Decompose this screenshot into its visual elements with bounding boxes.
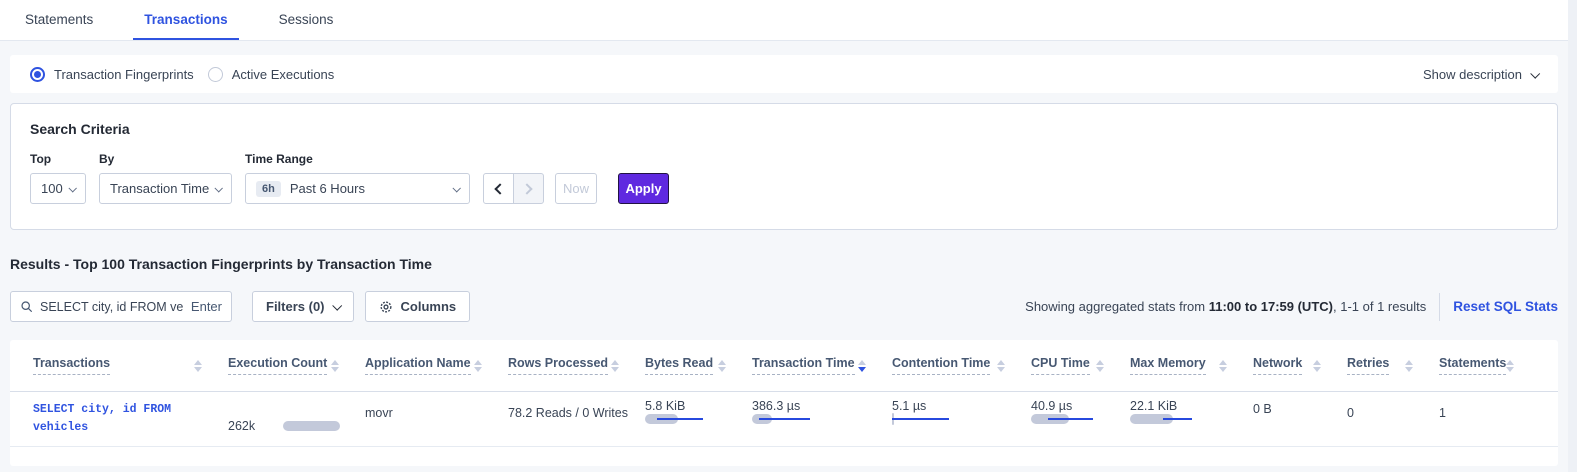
radio-transaction-fingerprints[interactable]: Transaction Fingerprints bbox=[30, 67, 194, 82]
top-field: Top 100 bbox=[30, 152, 86, 204]
tab-sessions[interactable]: Sessions bbox=[268, 0, 345, 40]
tab-statements[interactable]: Statements bbox=[14, 0, 104, 40]
by-field: By Transaction Time bbox=[99, 152, 232, 204]
columns-button[interactable]: Columns bbox=[365, 291, 471, 322]
column-header-application-name[interactable]: Application Name bbox=[365, 356, 508, 375]
column-header-bytes-read[interactable]: Bytes Read bbox=[645, 356, 752, 375]
results-toolbar: Enter Filters (0) Columns Showing aggreg… bbox=[10, 291, 1558, 322]
arrow-left-icon bbox=[494, 183, 505, 194]
column-header-statements[interactable]: Statements bbox=[1439, 356, 1535, 375]
column-header-transaction-time[interactable]: Transaction Time bbox=[752, 356, 892, 375]
sort-icon[interactable] bbox=[1506, 360, 1514, 372]
table-header-row: Transactions Execution Count Application… bbox=[10, 340, 1558, 392]
radio-label: Transaction Fingerprints bbox=[54, 67, 194, 82]
cpu-time-cell: 40.9 µs bbox=[1031, 392, 1130, 446]
sort-icon[interactable] bbox=[718, 360, 726, 372]
apply-button[interactable]: Apply bbox=[618, 173, 669, 204]
time-range-field: Time Range 6h Past 6 Hours bbox=[245, 152, 470, 204]
by-select[interactable]: Transaction Time bbox=[99, 173, 232, 204]
column-header-retries[interactable]: Retries bbox=[1347, 356, 1439, 375]
radio-active-executions[interactable]: Active Executions bbox=[208, 67, 335, 82]
column-header-cpu-time[interactable]: CPU Time bbox=[1031, 356, 1130, 375]
bytes-read-cell: 5.8 KiB bbox=[645, 392, 752, 446]
sort-icon[interactable] bbox=[474, 360, 482, 372]
sort-icon[interactable] bbox=[1313, 360, 1321, 372]
sort-icon[interactable] bbox=[1096, 360, 1104, 372]
transaction-time-cell: 386.3 µs bbox=[752, 392, 892, 446]
time-range-label: Time Range bbox=[245, 152, 470, 166]
sort-icon[interactable] bbox=[611, 360, 619, 372]
show-description-toggle[interactable]: Show description bbox=[1423, 67, 1538, 82]
retries-cell: 0 bbox=[1347, 392, 1439, 446]
reset-sql-stats-link[interactable]: Reset SQL Stats bbox=[1453, 299, 1558, 314]
column-header-max-memory[interactable]: Max Memory bbox=[1130, 356, 1253, 375]
chevron-down-icon bbox=[68, 184, 76, 192]
radio-unselected-icon bbox=[208, 67, 223, 82]
divider bbox=[1439, 293, 1440, 321]
top-select[interactable]: 100 bbox=[30, 173, 86, 204]
arrow-right-icon bbox=[521, 183, 532, 194]
transaction-fingerprint-link[interactable]: SELECT city, id FROM vehicles bbox=[33, 392, 228, 446]
filters-button[interactable]: Filters (0) bbox=[252, 291, 354, 322]
search-criteria-title: Search Criteria bbox=[30, 121, 1538, 137]
time-range-select[interactable]: 6h Past 6 Hours bbox=[245, 173, 470, 204]
page-tabs: Statements Transactions Sessions bbox=[0, 0, 1568, 41]
execution-count-bar bbox=[283, 421, 340, 431]
chevron-down-icon bbox=[332, 301, 342, 311]
radio-selected-icon bbox=[30, 67, 45, 82]
execution-count-cell: 262k bbox=[228, 392, 365, 446]
time-prev-button[interactable] bbox=[483, 173, 514, 204]
search-icon bbox=[20, 300, 33, 313]
results-table: Transactions Execution Count Application… bbox=[10, 340, 1558, 466]
columns-label: Columns bbox=[401, 299, 457, 314]
search-criteria-card: Search Criteria Top 100 By Transaction T… bbox=[10, 103, 1558, 230]
contention-time-cell: 5.1 µs bbox=[892, 392, 1031, 446]
sort-icon[interactable] bbox=[1219, 360, 1227, 372]
view-toggle-bar: Transaction Fingerprints Active Executio… bbox=[10, 55, 1558, 93]
chevron-down-icon bbox=[214, 184, 222, 192]
enter-hint[interactable]: Enter bbox=[191, 299, 222, 314]
radio-label: Active Executions bbox=[232, 67, 335, 82]
sort-icon[interactable] bbox=[997, 360, 1005, 372]
time-nav bbox=[483, 173, 544, 204]
column-header-transactions[interactable]: Transactions bbox=[33, 356, 228, 375]
time-range-badge: 6h bbox=[256, 181, 281, 197]
sort-icon[interactable] bbox=[331, 360, 339, 372]
statements-cell: 1 bbox=[1439, 392, 1535, 446]
top-label: Top bbox=[30, 152, 86, 166]
table-row: SELECT city, id FROM vehicles 262k movr … bbox=[10, 392, 1558, 447]
by-label: By bbox=[99, 152, 232, 166]
show-description-label: Show description bbox=[1423, 67, 1522, 82]
column-header-execution-count[interactable]: Execution Count bbox=[228, 356, 365, 375]
sort-icon[interactable] bbox=[1405, 360, 1413, 372]
search-input[interactable] bbox=[40, 300, 184, 314]
results-heading: Results - Top 100 Transaction Fingerprin… bbox=[10, 256, 432, 272]
time-range-value: Past 6 Hours bbox=[290, 181, 365, 196]
tab-transactions[interactable]: Transactions bbox=[133, 0, 238, 40]
sort-icon[interactable] bbox=[194, 360, 202, 372]
aggregated-stats-text: Showing aggregated stats from 11:00 to 1… bbox=[1025, 299, 1426, 314]
column-header-rows-processed[interactable]: Rows Processed bbox=[508, 356, 645, 375]
now-button[interactable]: Now bbox=[555, 173, 597, 204]
chevron-down-icon bbox=[1530, 68, 1540, 78]
rows-processed-cell: 78.2 Reads / 0 Writes bbox=[508, 392, 645, 446]
filters-label: Filters (0) bbox=[266, 299, 325, 314]
column-header-network[interactable]: Network bbox=[1253, 356, 1347, 375]
sql-search-box[interactable]: Enter bbox=[10, 291, 232, 322]
top-select-value: 100 bbox=[41, 181, 63, 196]
max-memory-cell: 22.1 KiB bbox=[1130, 392, 1253, 446]
chevron-down-icon bbox=[452, 184, 460, 192]
scrollbar[interactable] bbox=[1568, 0, 1577, 472]
column-header-contention-time[interactable]: Contention Time bbox=[892, 356, 1031, 375]
gear-icon bbox=[379, 300, 393, 314]
by-select-value: Transaction Time bbox=[110, 181, 209, 196]
application-name-cell: movr bbox=[365, 392, 508, 446]
time-next-button[interactable] bbox=[513, 173, 544, 204]
network-cell: 0 B bbox=[1253, 392, 1347, 446]
sort-icon[interactable] bbox=[858, 360, 866, 372]
